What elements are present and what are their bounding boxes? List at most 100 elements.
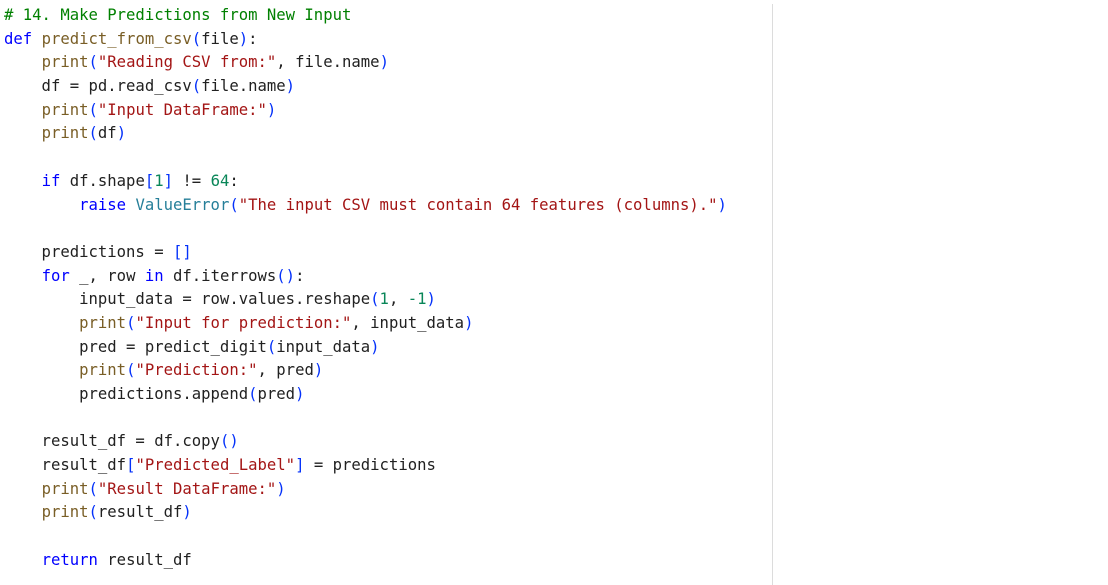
code-token-paren: ) bbox=[313, 361, 324, 380]
code-token-plain: df bbox=[97, 124, 117, 143]
code-line: raise ValueError("The input CSV must con… bbox=[4, 194, 764, 218]
code-token-plain: : bbox=[248, 29, 258, 48]
code-token-string: "Input for prediction:" bbox=[135, 313, 352, 332]
code-token-plain: predictions = bbox=[4, 242, 173, 261]
code-token-plain: pred = predict_digit bbox=[4, 337, 267, 356]
code-token-plain: file.name bbox=[201, 77, 286, 96]
code-line: print("Reading CSV from:", file.name) bbox=[4, 51, 764, 75]
code-line: print("Result DataFrame:") bbox=[4, 478, 764, 502]
code-line: print(result_df) bbox=[4, 501, 764, 525]
code-token-paren: ) bbox=[426, 290, 436, 309]
code-token-paren: ) bbox=[182, 503, 192, 522]
code-token-plain: , pred bbox=[257, 361, 314, 380]
code-token-plain: result_df bbox=[4, 456, 127, 475]
code-line: # 14. Make Predictions from New Input bbox=[4, 4, 764, 28]
code-token-paren: ) bbox=[238, 29, 249, 48]
code-token-plain: = predictions bbox=[304, 456, 436, 475]
code-token-plain: _, row bbox=[69, 266, 145, 285]
code-line: def predict_from_csv(file): bbox=[4, 28, 764, 52]
code-line: result_df = df.copy() bbox=[4, 430, 764, 454]
code-token-plain: : bbox=[295, 266, 305, 285]
code-token-paren: ( bbox=[191, 29, 202, 48]
code-token-paren: ( bbox=[248, 385, 258, 403]
code-token-paren: ( bbox=[266, 337, 277, 356]
code-token-number: -1 bbox=[407, 290, 427, 309]
code-token-plain: , bbox=[388, 290, 408, 309]
code-token-paren: ) bbox=[717, 195, 727, 214]
code-token-builtin: print bbox=[79, 361, 127, 380]
code-token-paren: ( bbox=[88, 124, 98, 143]
code-token-paren: ) bbox=[464, 313, 474, 332]
code-token-plain: != bbox=[173, 171, 211, 190]
code-token-string: "Result DataFrame:" bbox=[97, 479, 277, 498]
code-token-paren: ) bbox=[370, 337, 380, 356]
code-token-number: 1 bbox=[154, 171, 164, 190]
code-token-plain: result_df bbox=[97, 550, 192, 569]
code-token-keyword: def bbox=[4, 29, 33, 48]
code-line: print("Input for prediction:", input_dat… bbox=[4, 312, 764, 336]
code-token-paren: ( bbox=[88, 53, 98, 72]
code-token-string: "Reading CSV from:" bbox=[97, 53, 277, 72]
code-token-paren: ) bbox=[295, 385, 305, 403]
code-line: input_data = row.values.reshape(1, -1) bbox=[4, 288, 764, 312]
code-line: print("Input DataFrame:") bbox=[4, 99, 764, 123]
code-token-plain: : bbox=[229, 171, 239, 190]
vertical-ruler bbox=[772, 4, 773, 585]
code-token-keyword: return bbox=[41, 550, 98, 569]
code-token-string: "The input CSV must contain 64 features … bbox=[238, 195, 718, 214]
code-token-builtin: print bbox=[41, 479, 89, 498]
code-token-class: ValueError bbox=[135, 195, 230, 214]
code-token-paren: ( bbox=[370, 290, 380, 309]
code-token-plain: input_data bbox=[276, 337, 371, 356]
code-token-paren: () bbox=[276, 266, 296, 285]
code-token-string: "Prediction:" bbox=[135, 361, 258, 380]
code-token-paren: ( bbox=[88, 479, 98, 498]
code-token-string: "Input DataFrame:" bbox=[97, 100, 267, 119]
code-token-builtin: print bbox=[41, 53, 89, 72]
code-token-func: predict_from_csv bbox=[41, 29, 192, 48]
code-token-paren: ) bbox=[276, 479, 286, 498]
code-editor[interactable]: # 14. Make Predictions from New Input def… bbox=[0, 0, 1108, 585]
code-token-paren: ) bbox=[266, 100, 277, 119]
code-token-keyword: in bbox=[144, 266, 164, 285]
code-line: print(df) bbox=[4, 122, 764, 146]
code-token-builtin: print bbox=[41, 124, 89, 143]
code-token-plain: result_df = df.copy bbox=[4, 432, 220, 451]
code-line: return result_df bbox=[4, 549, 764, 573]
code-line: pred = predict_digit(input_data) bbox=[4, 336, 764, 360]
code-line: df = pd.read_csv(file.name) bbox=[4, 75, 764, 99]
code-line: print("Prediction:", pred) bbox=[4, 359, 764, 383]
code-token-number: 1 bbox=[379, 290, 389, 309]
code-token-plain: df = pd.read_csv bbox=[4, 77, 192, 96]
code-token-paren: [ bbox=[144, 171, 155, 190]
code-line: if df.shape[1] != 64: bbox=[4, 170, 764, 194]
code-token-paren: ( bbox=[229, 195, 239, 214]
code-token-plain: df.shape bbox=[60, 171, 145, 190]
code-token-plain: predictions.append bbox=[4, 385, 249, 403]
code-token-number: 64 bbox=[210, 171, 230, 190]
code-token-builtin: print bbox=[79, 313, 127, 332]
code-token-builtin: print bbox=[41, 503, 89, 522]
code-token-plain: pred bbox=[257, 385, 296, 403]
code-token-plain: , input_data bbox=[351, 313, 465, 332]
code-token-paren: ( bbox=[191, 77, 202, 96]
code-token-paren: () bbox=[219, 432, 239, 451]
code-token-plain: df.iterrows bbox=[163, 266, 277, 285]
code-area[interactable]: # 14. Make Predictions from New Input def… bbox=[4, 4, 764, 573]
code-token-keyword: raise bbox=[79, 195, 127, 214]
code-token-keyword: if bbox=[41, 171, 61, 190]
code-token-string: "Predicted_Label" bbox=[135, 456, 296, 475]
code-token-paren: ] bbox=[163, 171, 174, 190]
